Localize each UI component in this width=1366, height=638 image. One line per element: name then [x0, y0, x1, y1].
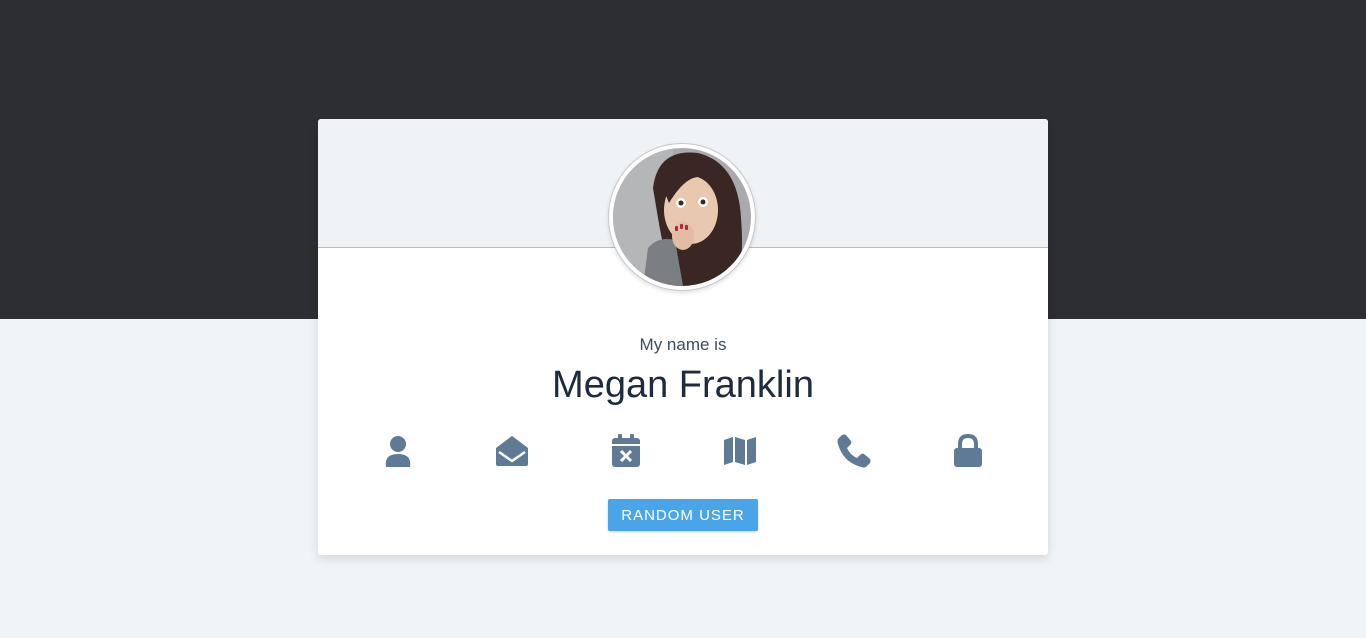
calendar-x-icon[interactable]	[606, 433, 646, 469]
phone-icon[interactable]	[834, 433, 874, 469]
random-user-button[interactable]: RANDOM USER	[608, 499, 758, 531]
user-avatar	[608, 143, 756, 291]
info-icons-row	[371, 433, 1055, 469]
envelope-open-icon[interactable]	[492, 433, 532, 469]
map-icon[interactable]	[720, 433, 760, 469]
user-card: My name is Megan Franklin RANDOM USER	[318, 119, 1048, 555]
name-label: My name is	[639, 335, 727, 354]
user-icon[interactable]	[378, 433, 418, 469]
user-name: Megan Franklin	[552, 364, 814, 406]
lock-icon[interactable]	[948, 433, 988, 469]
